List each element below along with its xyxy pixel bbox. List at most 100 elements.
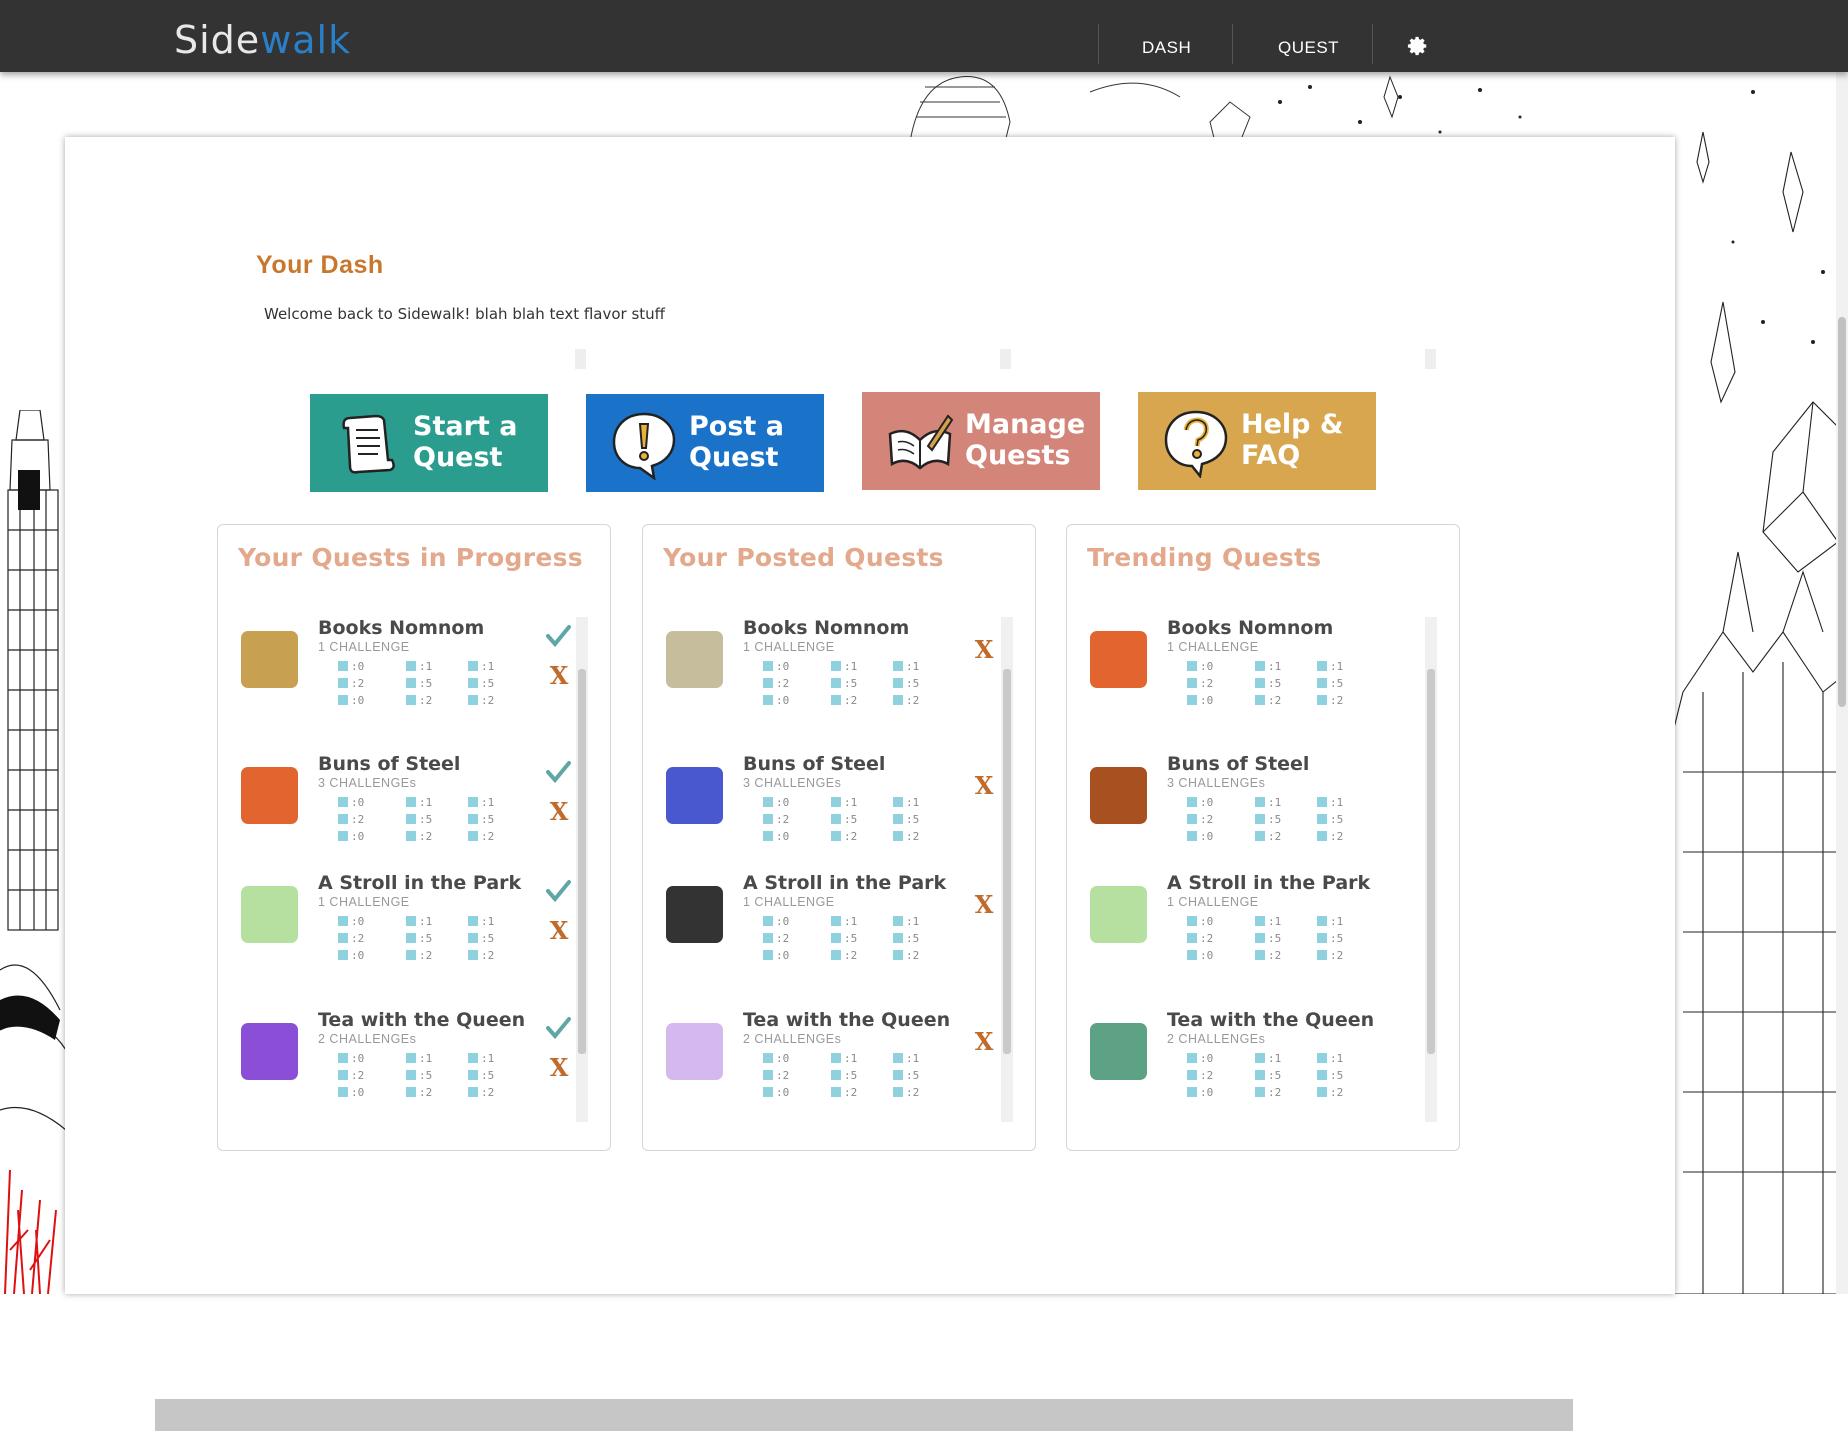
quest-name[interactable]: Buns of Steel [1167,753,1309,775]
quest-stat: :2 [1187,931,1213,945]
quest-stat: :2 [468,1085,494,1099]
quest-stat: :2 [1255,829,1281,843]
quest-name[interactable]: Tea with the Queen [743,1009,950,1031]
quest-list-item[interactable]: Tea with the Queen 2 CHALLENGEs:0:1:1:2:5… [238,1009,571,1119]
card-scrollbar[interactable] [576,617,588,1122]
stat-value: :5 [906,812,920,826]
stat-value: :2 [1330,948,1344,962]
remove-x-icon[interactable]: X [548,664,570,688]
manage-quests-label: Manage Quests [965,409,1086,471]
stat-value: :2 [419,829,433,843]
remove-x-icon[interactable]: X [973,638,995,662]
stat-icon [1187,1070,1197,1080]
accept-check-icon[interactable] [545,878,571,904]
post-quest-button[interactable]: Post a Quest [586,394,824,492]
stat-value: :2 [481,948,495,962]
stat-value: :2 [1330,1085,1344,1099]
quest-stat: :0 [338,914,364,928]
quest-list-item[interactable]: A Stroll in the Park 1 CHALLENGE:0:1:1:2:… [238,872,571,982]
stat-value: :2 [844,1085,858,1099]
quest-stat: :5 [831,1068,857,1082]
manage-quests-button[interactable]: Manage Quests [862,392,1100,490]
quest-name[interactable]: A Stroll in the Park [1167,872,1370,894]
quest-list-item[interactable]: Tea with the Queen 2 CHALLENGEs:0:1:1:2:5… [663,1009,993,1119]
quest-name[interactable]: Tea with the Queen [1167,1009,1374,1031]
scroll-icon [342,414,395,474]
stat-icon [763,797,773,807]
quest-list-item[interactable]: Buns of Steel 3 CHALLENGEs:0:1:1:2:5:5:0:… [238,753,571,863]
remove-x-icon[interactable]: X [548,800,570,824]
gear-icon[interactable] [1407,35,1429,57]
quest-name[interactable]: Books Nomnom [318,617,484,639]
page-scrollbar[interactable] [1836,72,1848,1294]
stat-value: :0 [776,1051,790,1065]
accept-check-icon[interactable] [545,1015,571,1041]
card-scrollbar[interactable] [1001,617,1013,1122]
stat-icon [1255,933,1265,943]
card-scrollbar-thumb[interactable] [1003,669,1011,1054]
stat-icon [1187,950,1197,960]
stat-value: :5 [1330,931,1344,945]
quest-list-item[interactable]: Books Nomnom 1 CHALLENGE:0:1:1:2:5:5:0:2:… [1087,617,1417,727]
stat-value: :1 [481,659,495,673]
stat-value: :1 [1268,1051,1282,1065]
quest-name[interactable]: A Stroll in the Park [743,872,946,894]
start-quest-button[interactable]: Start a Quest [310,394,548,492]
card-scrollbar[interactable] [1425,617,1437,1122]
quest-list-item[interactable]: Books Nomnom 1 CHALLENGE:0:1:1:2:5:5:0:2:… [238,617,571,727]
stat-icon [338,814,348,824]
quest-stat: :0 [763,1051,789,1065]
accept-check-icon[interactable] [545,623,571,649]
remove-x-icon[interactable]: X [973,893,995,917]
stat-icon [1255,1087,1265,1097]
stat-icon [1255,797,1265,807]
stat-value: :1 [481,1051,495,1065]
quest-stat: :5 [1255,676,1281,690]
remove-x-icon[interactable]: X [973,774,995,798]
quest-name[interactable]: Buns of Steel [743,753,885,775]
quest-list-item[interactable]: A Stroll in the Park 1 CHALLENGE:0:1:1:2:… [663,872,993,982]
quest-list-item[interactable]: Books Nomnom 1 CHALLENGE:0:1:1:2:5:5:0:2:… [663,617,993,727]
nav-dash-link[interactable]: DASH [1142,38,1191,58]
page-scrollbar-thumb[interactable] [1838,317,1846,707]
quest-list-item[interactable]: Buns of Steel 3 CHALLENGEs:0:1:1:2:5:5:0:… [1087,753,1417,863]
divider-marker [1425,349,1436,369]
card-scrollbar-thumb[interactable] [1427,669,1435,1054]
remove-x-icon[interactable]: X [548,919,570,943]
quest-name[interactable]: Buns of Steel [318,753,460,775]
accept-check-icon[interactable] [545,759,571,785]
stat-value: :5 [481,812,495,826]
card-scrollbar-thumb[interactable] [578,669,586,1054]
quest-stat: :1 [468,795,494,809]
quest-stat: :0 [763,1085,789,1099]
quest-list-item[interactable]: Buns of Steel 3 CHALLENGEs:0:1:1:2:5:5:0:… [663,753,993,863]
welcome-text: Welcome back to Sidewalk! blah blah text… [264,305,666,323]
nav-quest-link[interactable]: QUEST [1278,38,1339,58]
remove-x-icon[interactable]: X [548,1056,570,1080]
quest-stat: :2 [1187,1068,1213,1082]
quest-stat: :0 [763,948,789,962]
remove-x-icon[interactable]: X [973,1030,995,1054]
quest-name[interactable]: Books Nomnom [1167,617,1333,639]
quest-list-item[interactable]: Tea with the Queen 2 CHALLENGEs:0:1:1:2:5… [1087,1009,1417,1119]
quest-name[interactable]: Tea with the Queen [318,1009,525,1031]
quest-color-swatch [241,767,298,824]
quest-name[interactable]: Books Nomnom [743,617,909,639]
quest-stat: :5 [468,812,494,826]
quest-stat: :1 [406,914,432,928]
quest-list-item[interactable]: A Stroll in the Park 1 CHALLENGE:0:1:1:2:… [1087,872,1417,982]
quest-name[interactable]: A Stroll in the Park [318,872,521,894]
sidewalk-logo[interactable]: Sidewalk [174,18,351,62]
stat-icon [468,678,478,688]
nav-divider [1232,24,1233,64]
quest-stat: :5 [1317,676,1343,690]
stat-value: :0 [1200,829,1214,843]
help-faq-button[interactable]: Help & FAQ [1138,392,1376,490]
stat-value: :0 [1200,1085,1214,1099]
quest-stat: :0 [338,659,364,673]
stat-value: :1 [1268,795,1282,809]
stat-value: :2 [776,931,790,945]
quest-stat: :2 [831,829,857,843]
stat-value: :2 [906,1085,920,1099]
quest-stat: :1 [893,914,919,928]
